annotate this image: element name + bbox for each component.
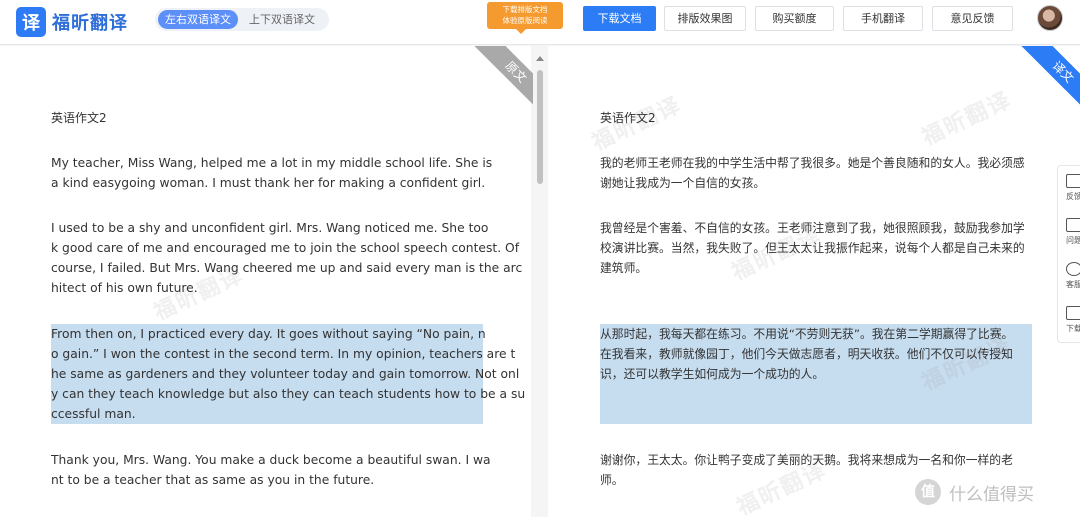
watermark-text: 福昕翻译 [918,87,1016,151]
original-corner-label: 原文 [473,46,533,106]
document-title: 英语作文2 [600,111,656,125]
original-paragraph-1[interactable]: My teacher, Miss Wang, helped me a lot i… [51,153,492,193]
side-tool-rail: 反馈 问题 客服 下载 [1057,165,1080,343]
app-logo[interactable]: 译 福昕翻译 [16,7,128,37]
promo-pointer [516,29,526,34]
user-avatar[interactable] [1037,5,1063,31]
layout-preview-button[interactable]: 排版效果图 [664,6,746,31]
logo-mark-icon: 译 [16,7,46,37]
translation-panel: 福昕翻译 福昕翻译 福昕翻译 福昕翻译 福昕翻译 英语作文2 我的老师王老师在我… [548,46,1080,517]
top-bottom-mode-button[interactable]: 上下双语译文 [242,10,322,29]
original-corner-tag: 原文 [473,46,533,106]
help-rail-button[interactable]: 问题 [1061,214,1080,254]
translation-corner-tag: 译文 [1020,46,1080,106]
original-paragraph-3[interactable]: From then on, I practiced every day. It … [51,324,525,424]
edit-icon [1066,174,1080,188]
brand-badge-icon: 值 [915,479,941,505]
promo-line-1: 下载排版文档 [502,5,548,14]
site-watermark: 值 什么值得买 [915,479,1034,505]
side-by-side-mode-button[interactable]: 左右双语译文 [158,10,238,29]
download-icon [1066,306,1080,320]
app-name: 福昕翻译 [52,13,128,34]
original-paragraph-4[interactable]: Thank you, Mrs. Wang. You make a duck be… [51,450,491,490]
translation-paragraph-1[interactable]: 我的老师王老师在我的中学生活中帮了我很多。她是个善良随和的女人。我必须感 谢她让… [600,153,1025,193]
feedback-rail-button[interactable]: 反馈 [1061,170,1080,210]
translation-paragraph-3[interactable]: 从那时起，我每天都在练习。不用说“不劳则无获”。我在第二学期赢得了比赛。 在我看… [600,324,1013,384]
buy-quota-button[interactable]: 购买额度 [755,6,834,31]
promo-line-2: 体验原版阅读 [502,16,548,25]
download-rail-button[interactable]: 下载 [1061,302,1080,342]
document-title: 英语作文2 [51,111,107,125]
customer-service-rail-button[interactable]: 客服 [1061,258,1080,298]
download-layout-promo[interactable]: 下载排版文档 体验原版阅读 [487,2,563,29]
headset-icon [1066,262,1080,276]
mobile-translate-button[interactable]: 手机翻译 [843,6,923,31]
view-mode-toggle: 左右双语译文 上下双语译文 [155,8,329,31]
grid-icon [1066,218,1080,232]
scroll-up-icon[interactable] [536,56,544,61]
brand-text: 什么值得买 [949,484,1034,505]
top-bar: 译 福昕翻译 左右双语译文 上下双语译文 下载排版文档 体验原版阅读 下载文档 … [0,0,1080,45]
download-document-button[interactable]: 下载文档 [583,6,656,31]
original-text-panel: 福昕翻译 英语作文2 My teacher, Miss Wang, helped… [0,46,531,517]
scrollbar-thumb[interactable] [537,70,543,184]
translation-corner-label: 译文 [1020,46,1080,106]
feedback-button[interactable]: 意见反馈 [932,6,1013,31]
translation-paragraph-2[interactable]: 我曾经是个害羞、不自信的女孩。王老师注意到了我，她很照顾我，鼓励我参加学 校演讲… [600,218,1025,278]
original-paragraph-2[interactable]: I used to be a shy and unconfident girl.… [51,218,522,298]
